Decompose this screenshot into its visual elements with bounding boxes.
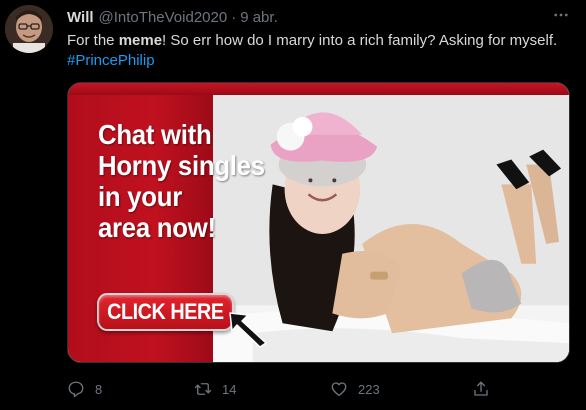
ad-headline: Chat with Horny singles in your area now… <box>98 119 273 243</box>
retweet-count: 14 <box>222 381 237 397</box>
ad-top-bar <box>68 83 569 95</box>
ad-line-3: in your <box>98 181 182 212</box>
tweet-text-bold: meme <box>118 32 163 49</box>
avatar[interactable] <box>5 5 53 53</box>
like-button[interactable]: 223 <box>330 380 380 398</box>
cursor-arrow-icon <box>229 312 267 348</box>
timestamp[interactable]: 9 abr. <box>240 9 278 26</box>
tweet-text-part1: For the <box>67 32 119 49</box>
tweet-text: For the meme! So err how do I marry into… <box>67 31 577 71</box>
reply-icon <box>68 381 84 398</box>
reply-count: 8 <box>95 381 103 397</box>
ad-line-1: Chat with <box>98 119 212 150</box>
author-handle[interactable]: @IntoTheVoid2020 <box>99 9 228 26</box>
share-icon <box>474 381 488 396</box>
heart-icon <box>331 382 347 397</box>
tweet-header: Will @IntoTheVoid2020 · 9 abr. <box>67 7 572 27</box>
more-icon[interactable] <box>550 5 572 25</box>
retweet-icon <box>194 383 212 395</box>
reply-button[interactable]: 8 <box>67 380 102 398</box>
author-name[interactable]: Will <box>67 9 94 26</box>
hashtag-link[interactable]: #PrincePhilip <box>67 51 577 71</box>
like-count: 223 <box>358 381 380 397</box>
share-button[interactable] <box>472 380 490 398</box>
ad-line-2: Horny singles <box>98 150 265 181</box>
tweet[interactable]: Will @IntoTheVoid2020 · 9 abr. For the m… <box>0 0 586 410</box>
click-here-button: CLICK HERE <box>97 293 234 331</box>
retweet-button[interactable]: 14 <box>194 380 236 398</box>
tweet-actions: 8 14 223 <box>67 375 497 403</box>
tweet-media-image[interactable]: Chat with Horny singles in your area now… <box>67 82 570 363</box>
separator-dot: · <box>231 8 237 26</box>
ad-line-4: area now! <box>98 212 216 243</box>
avatar-image <box>5 5 53 53</box>
tweet-text-part2: ! So err how do I marry into a rich fami… <box>162 32 558 49</box>
